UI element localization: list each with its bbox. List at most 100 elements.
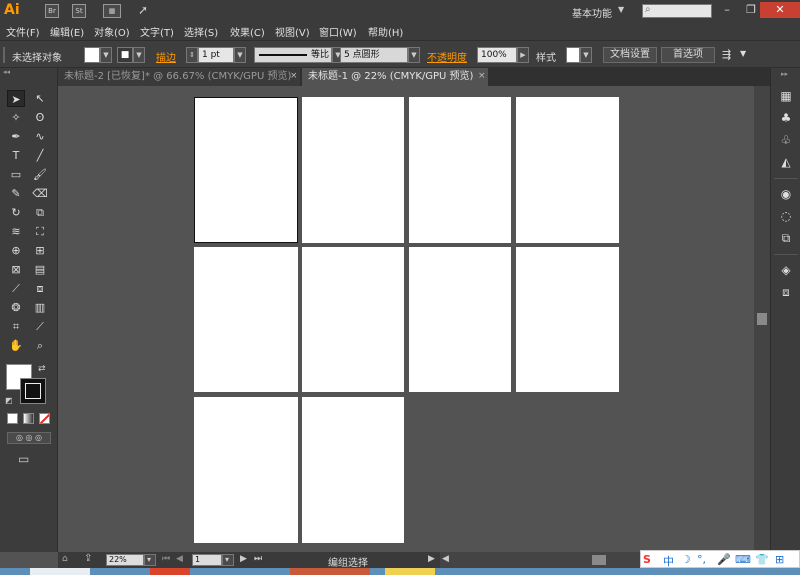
pencil-icon[interactable]: ✎: [7, 185, 25, 202]
color-mode-icon[interactable]: [7, 413, 18, 424]
artboard-8[interactable]: [516, 247, 619, 392]
vertical-scrollbar[interactable]: [754, 86, 770, 552]
punctuation-icon[interactable]: °,: [697, 553, 706, 566]
stroke-weight-chevron-icon[interactable]: ▼: [234, 47, 246, 63]
mesh-icon[interactable]: ⊠: [7, 261, 25, 278]
taskbar-item[interactable]: [30, 568, 90, 575]
artboard-1[interactable]: [194, 97, 298, 243]
fill-color-swatch[interactable]: [84, 47, 100, 63]
line-icon[interactable]: ╱: [31, 147, 49, 164]
paintbrush-icon[interactable]: 🖌: [31, 166, 49, 183]
menu-select[interactable]: 选择(S): [184, 24, 218, 39]
artboard-icon[interactable]: ⌗: [7, 318, 25, 335]
menu-window[interactable]: 窗口(W): [319, 24, 357, 39]
restore-button[interactable]: ❐: [740, 2, 762, 18]
opacity-field[interactable]: 100%: [477, 47, 517, 63]
artboard-number-field[interactable]: 1: [192, 554, 222, 566]
menu-edit[interactable]: 编辑(E): [50, 24, 84, 39]
brush-definition[interactable]: 5 点圆形: [340, 47, 408, 63]
default-colors-icon[interactable]: ◩: [5, 396, 13, 405]
artboard-6[interactable]: [302, 247, 404, 392]
panel-expand-icon[interactable]: ▸▸: [781, 70, 788, 78]
slice-icon[interactable]: ⟋: [31, 318, 49, 335]
next-artboard-icon[interactable]: ▶: [240, 554, 247, 564]
scroll-left-icon[interactable]: ◀: [442, 554, 449, 564]
style-chevron-icon[interactable]: ▼: [580, 47, 592, 63]
align-options-icon[interactable]: ⇶: [722, 48, 731, 61]
skin-icon[interactable]: 👕: [755, 553, 769, 566]
pen-icon[interactable]: ✒: [7, 128, 25, 145]
control-menu-chevron-icon[interactable]: ▼: [740, 49, 746, 58]
first-artboard-icon[interactable]: ⏮: [162, 554, 170, 564]
perspective-icon[interactable]: ⊞: [31, 242, 49, 259]
brushes-icon[interactable]: ♣: [778, 110, 794, 126]
stroke-swatch[interactable]: [20, 378, 46, 404]
opacity-label[interactable]: 不透明度: [427, 49, 467, 64]
zoom-chevron-icon[interactable]: ▾: [144, 554, 156, 566]
menu-help[interactable]: 帮助(H): [368, 24, 403, 39]
status-menu-icon[interactable]: ▶: [428, 554, 435, 564]
artboard-2[interactable]: [302, 97, 404, 243]
appearance-icon[interactable]: ◉: [778, 186, 794, 202]
eyedropper-icon[interactable]: ⟋: [7, 280, 25, 297]
menu-effect[interactable]: 效果(C): [230, 24, 265, 39]
arrange-documents-icon[interactable]: ▦: [103, 4, 121, 18]
stock-icon[interactable]: St: [72, 4, 86, 18]
menu-file[interactable]: 文件(F): [6, 24, 40, 39]
type-icon[interactable]: T: [7, 147, 25, 164]
close-tab-icon[interactable]: ×: [290, 68, 298, 85]
preferences-button[interactable]: 首选项: [661, 47, 715, 63]
close-button[interactable]: ✕: [760, 2, 800, 18]
artboard-chevron-icon[interactable]: ▾: [222, 554, 234, 566]
artboard-4[interactable]: [516, 97, 619, 243]
stroke-weight-stepper[interactable]: ⇕: [186, 47, 198, 63]
horizontal-scroll-thumb[interactable]: [592, 555, 606, 565]
rectangle-icon[interactable]: ▭: [7, 166, 25, 183]
close-tab-icon[interactable]: ×: [478, 68, 486, 85]
gradient-mode-icon[interactable]: [23, 413, 34, 424]
transform-icon[interactable]: ⧉: [778, 230, 794, 246]
tab-document-1[interactable]: 未标题-1 @ 22% (CMYK/GPU 预览) ×: [302, 68, 488, 86]
menu-type[interactable]: 文字(T): [140, 24, 174, 39]
stroke-weight-field[interactable]: 1 pt: [198, 47, 234, 63]
opacity-chevron-icon[interactable]: ▶: [517, 47, 529, 63]
menu-view[interactable]: 视图(V): [275, 24, 310, 39]
swatches-icon[interactable]: ▦: [778, 88, 794, 104]
artboard-10[interactable]: [302, 397, 404, 543]
symbols-icon[interactable]: ♧: [778, 132, 794, 148]
sogou-logo-icon[interactable]: S: [643, 553, 651, 566]
tab-document-2[interactable]: 未标题-2 [已恢复]* @ 66.67% (CMYK/GPU 预览) ×: [58, 68, 300, 86]
swap-colors-icon[interactable]: ⇄: [38, 364, 46, 374]
vertical-scroll-thumb[interactable]: [757, 313, 767, 325]
microphone-icon[interactable]: 🎤: [717, 553, 731, 566]
artboard-9[interactable]: [194, 397, 298, 543]
artboard-3[interactable]: [409, 97, 511, 243]
blend-icon[interactable]: ⧈: [31, 280, 49, 297]
fill-dropdown-chevron-icon[interactable]: ▼: [100, 47, 112, 63]
variable-width-profile[interactable]: 等比: [254, 47, 332, 63]
last-artboard-icon[interactable]: ⏭: [254, 554, 262, 564]
scale-icon[interactable]: ⧉: [31, 204, 49, 221]
grip-handle[interactable]: [3, 47, 5, 63]
taskbar-item[interactable]: [385, 568, 435, 575]
stroke-label[interactable]: 描边: [156, 49, 176, 64]
graphic-style-swatch[interactable]: [566, 47, 580, 63]
search-input[interactable]: ⌕: [642, 4, 712, 18]
previous-artboard-icon[interactable]: ◀: [176, 554, 183, 564]
gpu-performance-icon[interactable]: ➚: [138, 3, 148, 17]
taskbar-item[interactable]: [150, 568, 190, 575]
magic-wand-icon[interactable]: ✧: [7, 109, 25, 126]
zoom-field[interactable]: 22%: [106, 554, 144, 566]
lasso-icon[interactable]: ʘ: [31, 109, 49, 126]
drawing-modes-icon[interactable]: ◎ ◎ ◎: [7, 432, 51, 444]
ime-language[interactable]: 中: [663, 553, 674, 569]
direct-selection-tool-icon[interactable]: ↖: [31, 90, 49, 107]
curvature-icon[interactable]: ∿: [31, 128, 49, 145]
shape-builder-icon[interactable]: ⊕: [7, 242, 25, 259]
stroke-color-swatch[interactable]: ■: [117, 47, 133, 63]
selection-tool-icon[interactable]: ➤: [7, 90, 25, 107]
gradient-icon[interactable]: ▤: [31, 261, 49, 278]
share-icon[interactable]: ⇪: [84, 553, 92, 564]
hand-icon[interactable]: ✋: [7, 337, 25, 354]
artboards-icon[interactable]: ⧈: [778, 284, 794, 300]
